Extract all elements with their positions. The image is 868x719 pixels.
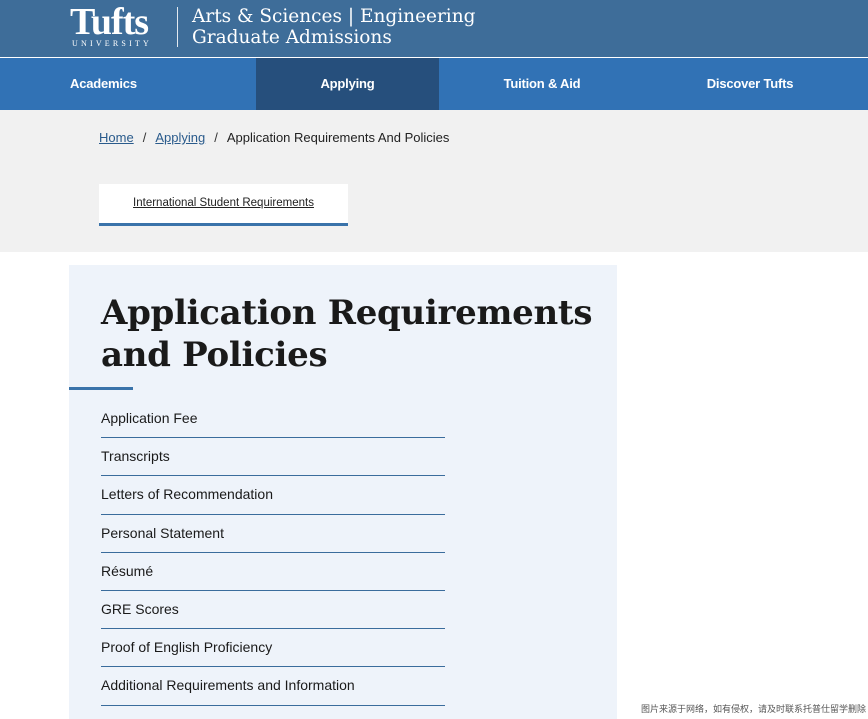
school-title-line2: Graduate Admissions [192, 27, 392, 48]
main-nav: Academics Applying Tuition & Aid Discove… [0, 58, 868, 110]
nav-item-tuition-aid[interactable]: Tuition & Aid [456, 58, 628, 110]
requirement-label: Letters of Recommendation [101, 486, 273, 503]
logo-wordmark: Tufts [70, 1, 149, 43]
watermark-text: 图片来源于网络，如有侵权，请及时联系托普仕留学删除 [640, 704, 866, 714]
nav-item-applying[interactable]: Applying [256, 58, 439, 110]
tufts-logo[interactable]: Tufts UNIVERSITY [70, 1, 152, 49]
requirement-item-letters-of-recommendation[interactable]: Letters of Recommendation [101, 476, 445, 515]
requirement-label: Application Fee [101, 410, 198, 426]
requirement-item-transcripts[interactable]: Transcripts [101, 438, 445, 477]
requirement-item-personal-statement[interactable]: Personal Statement [101, 515, 445, 553]
breadcrumb-current: Application Requirements And Policies [226, 130, 450, 145]
requirement-label: GRE Scores [101, 600, 179, 617]
requirement-label: Proof of English Proficiency [101, 639, 273, 656]
requirement-item-application-fee[interactable]: Application Fee [101, 400, 445, 439]
school-title-line1: Arts & Sciences | Engineering [192, 6, 476, 27]
requirement-item-english-proficiency[interactable]: Proof of English Proficiency [101, 629, 445, 668]
breadcrumb-separator: / [214, 130, 218, 145]
title-underline [69, 387, 133, 390]
logo-subtitle: UNIVERSITY [72, 39, 152, 48]
requirement-label: Personal Statement [101, 524, 224, 541]
breadcrumb-home[interactable]: Home [99, 130, 134, 145]
breadcrumb: Home / Applying / Application Requirements A… [99, 130, 449, 145]
requirement-label: Résumé [101, 562, 154, 579]
requirements-list: Application Fee Transcripts Letters of R… [101, 400, 445, 706]
subnav-link-international-requirements[interactable]: International Student Requirements [99, 197, 348, 209]
requirement-label: Additional Requirements and Information [101, 677, 355, 694]
page-title: Application Requirements and Policies [101, 293, 593, 375]
requirement-label: Transcripts [101, 448, 170, 465]
subnav-international-box: International Student Requirements [99, 184, 348, 226]
breadcrumb-separator: / [142, 130, 147, 145]
nav-item-discover-tufts[interactable]: Discover Tufts [676, 58, 824, 110]
school-title[interactable]: Arts & Sciences | Engineering Graduate A… [192, 6, 475, 48]
requirement-item-additional-requirements[interactable]: Additional Requirements and Information [101, 667, 445, 706]
nav-item-academics[interactable]: Academics [70, 58, 137, 110]
requirement-item-resume[interactable]: Résumé [101, 553, 445, 591]
breadcrumb-applying[interactable]: Applying [155, 130, 205, 145]
site-header: Tufts UNIVERSITY Arts & Sciences | Engin… [0, 0, 868, 57]
requirement-item-gre-scores[interactable]: GRE Scores [101, 591, 445, 630]
header-divider [177, 7, 178, 47]
